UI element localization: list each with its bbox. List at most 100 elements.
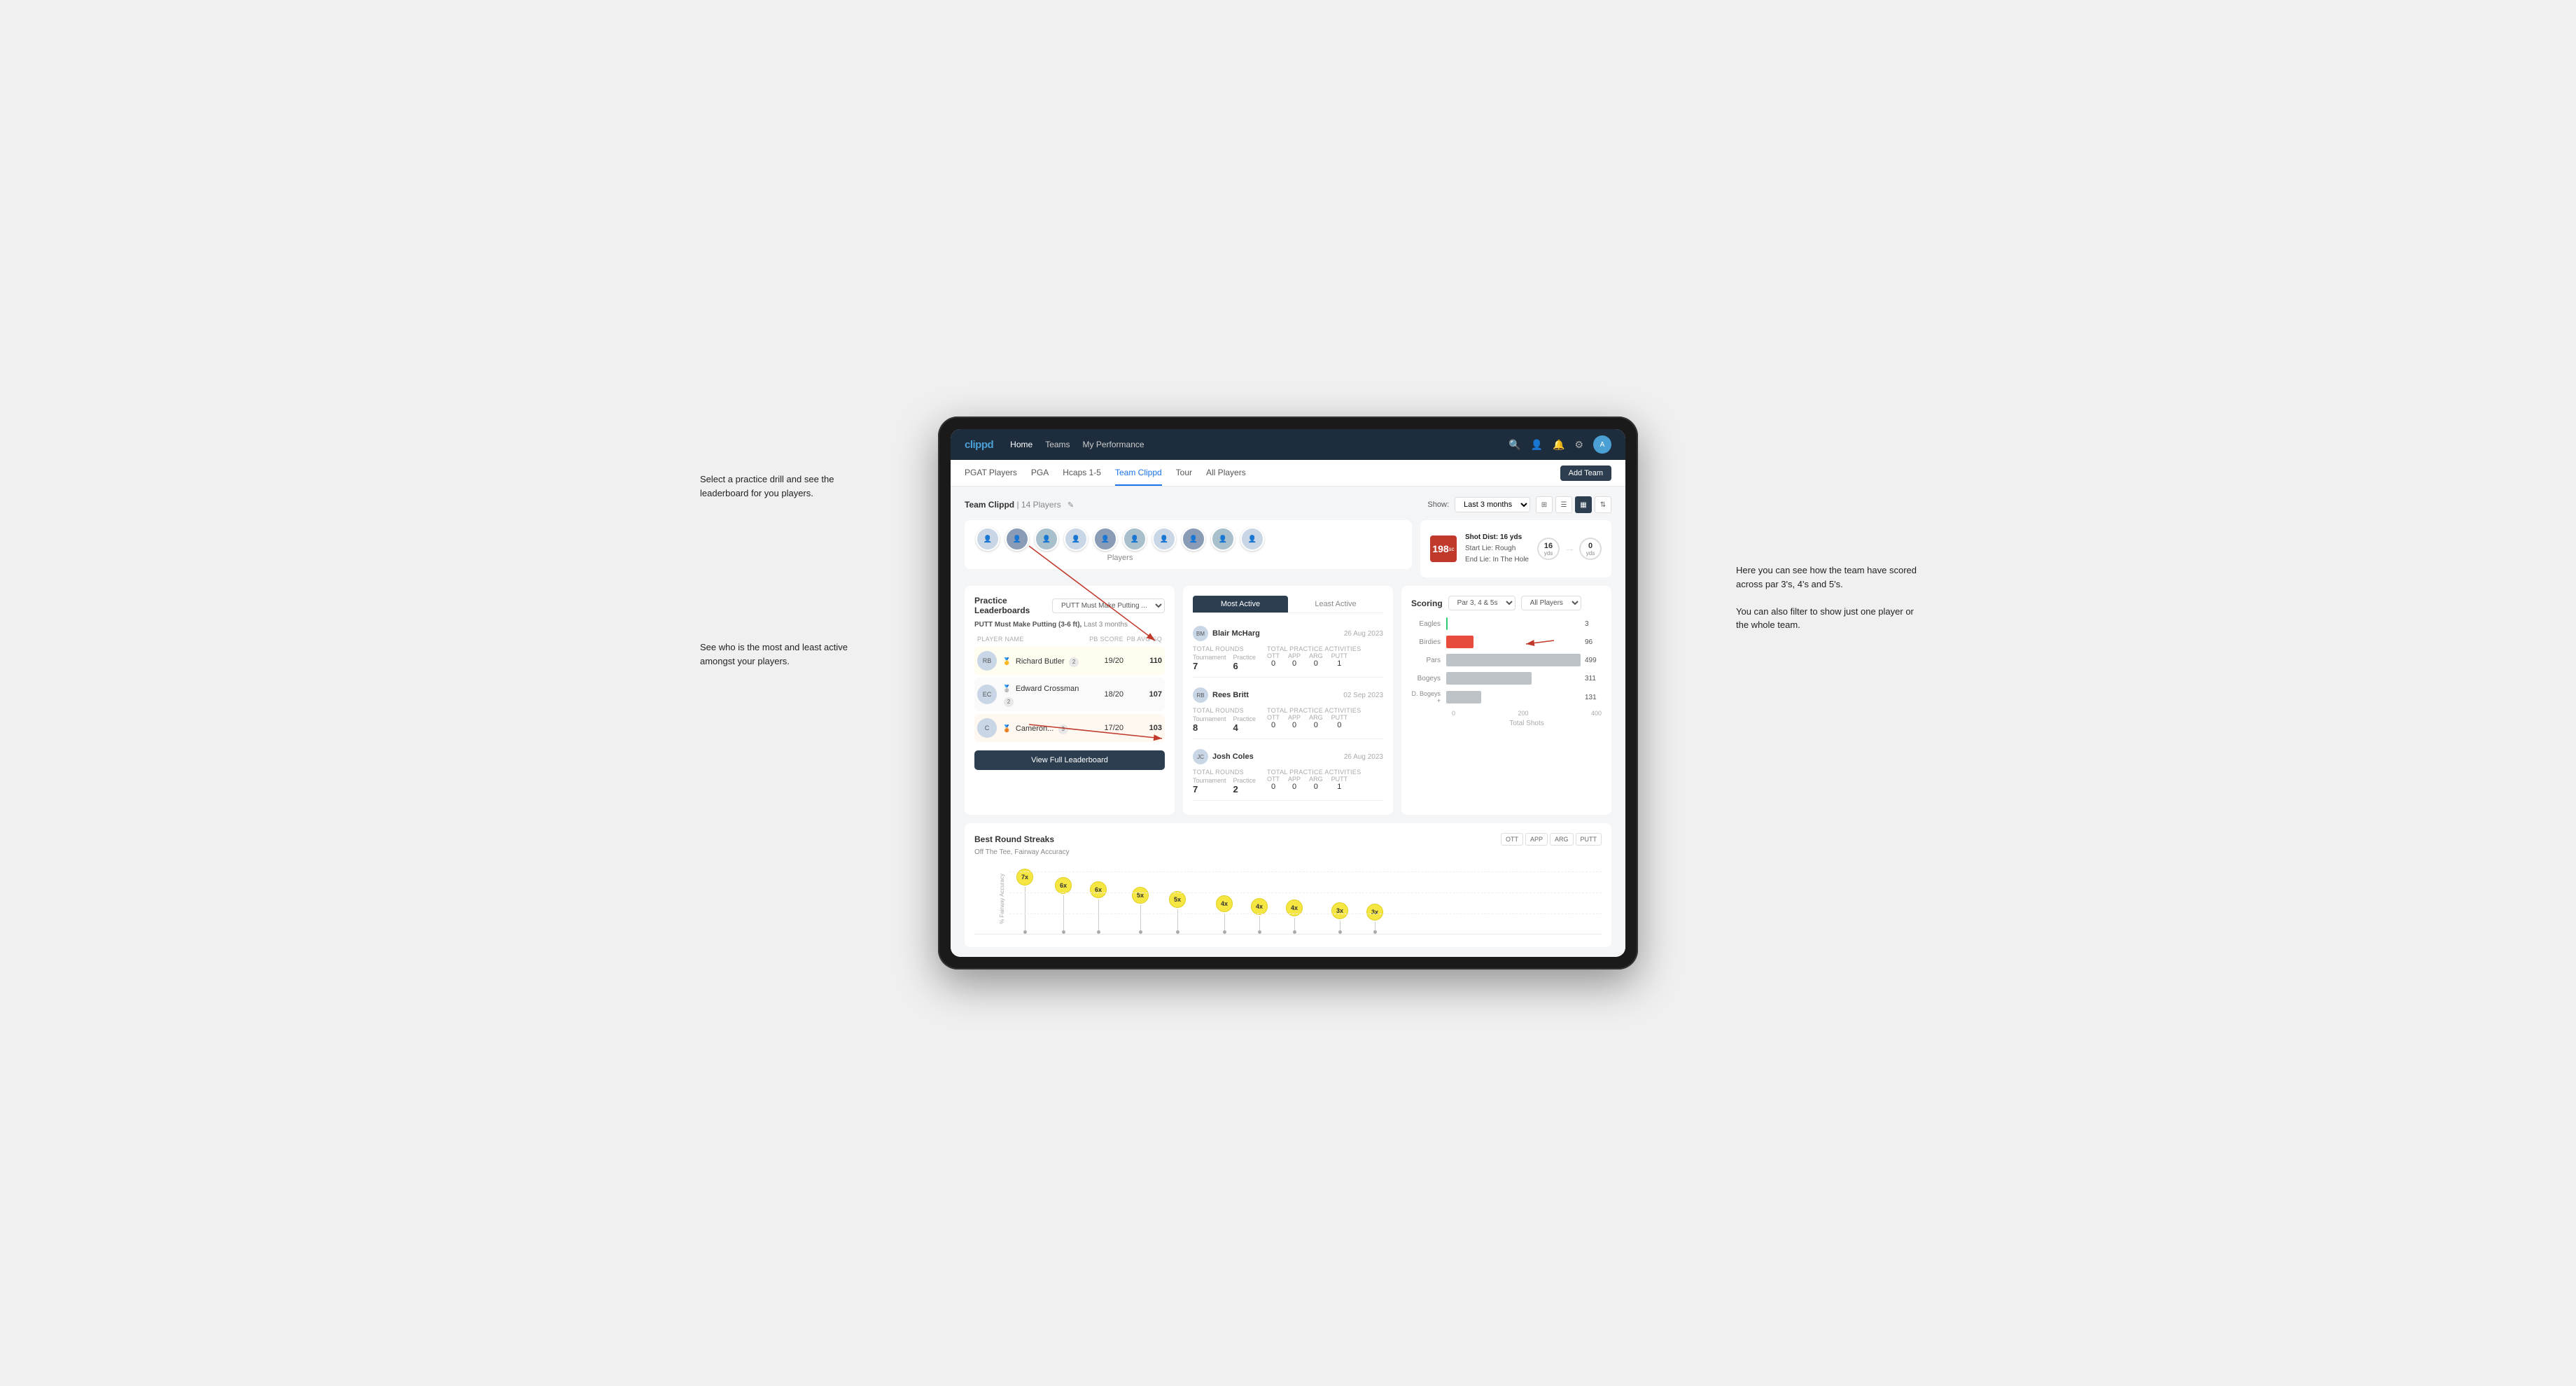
shot-circle-1: 16 yds [1537, 538, 1560, 560]
pac-stats-1: Total Rounds Tournament 7 Practice [1193, 645, 1383, 671]
nav-link-teams[interactable]: Teams [1045, 437, 1070, 452]
scoring-chart: Eagles 3 Birdies [1411, 617, 1602, 727]
shot-info: Shot Dist: 16 yds Start Lie: Rough End L… [1465, 532, 1529, 566]
subnav-pgat[interactable]: PGAT Players [965, 461, 1017, 486]
subnav-team-clippd[interactable]: Team Clippd [1115, 461, 1162, 486]
nav-link-home[interactable]: Home [1010, 437, 1032, 452]
activity-player-2: RB Rees Britt 02 Sep 2023 Total Rounds [1193, 682, 1383, 739]
player-avatar-3[interactable]: 👤 [1035, 527, 1058, 551]
lb-player-name-2: Edward Crossman [1016, 685, 1079, 693]
team-name: Team Clippd | 14 Players [965, 500, 1063, 510]
player-avatar-6[interactable]: 👤 [1123, 527, 1147, 551]
chart-label-bogeys: Bogeys [1411, 675, 1446, 682]
streaks-btn-putt[interactable]: PUTT [1576, 833, 1602, 846]
team-title-area: Team Clippd | 14 Players ✎ [965, 498, 1074, 511]
leaderboard-dropdown[interactable]: PUTT Must Make Putting ... [1052, 598, 1165, 613]
col-pb-score: PB SCORE [1085, 636, 1124, 643]
streaks-title: Best Round Streaks [974, 834, 1054, 844]
pac-avatar-3: JC [1193, 749, 1208, 764]
lb-avatar-1: RB [977, 651, 997, 671]
player-avatar-1[interactable]: 👤 [976, 527, 1000, 551]
shot-connector: → [1564, 542, 1575, 555]
streaks-btn-ott[interactable]: OTT [1501, 833, 1523, 846]
lb-avg-3: 103 [1124, 724, 1162, 732]
scoring-par-dropdown[interactable]: Par 3, 4 & 5s [1448, 596, 1516, 610]
bell-icon[interactable]: 🔔 [1553, 439, 1564, 451]
lb-medal-1: 🥇 [1002, 658, 1011, 666]
players-label: Players [1107, 554, 1133, 562]
chart-x-label: Total Shots [1452, 720, 1602, 727]
streak-pin-1: 7x [1016, 869, 1033, 934]
players-shot-row: 👤 👤 👤 👤 👤 👤 👤 👤 👤 👤 [965, 520, 1611, 578]
subnav-tour[interactable]: Tour [1176, 461, 1192, 486]
pac-avatar-1: BM [1193, 626, 1208, 641]
subnav-pga[interactable]: PGA [1031, 461, 1049, 486]
player-avatar-7[interactable]: 👤 [1152, 527, 1176, 551]
lb-row-1[interactable]: RB 🥇 Richard Butler 2 19/20 110 [974, 647, 1165, 675]
player-avatar-2[interactable]: 👤 [1005, 527, 1029, 551]
activity-player-1: BM Blair McHarg 26 Aug 2023 Total Rounds [1193, 620, 1383, 678]
scoring-player-dropdown[interactable]: All Players [1521, 596, 1581, 610]
nav-links: Home Teams My Performance [1010, 437, 1492, 452]
view-full-leaderboard-btn[interactable]: View Full Leaderboard [974, 750, 1165, 770]
chart-row-birdies: Birdies 96 [1411, 636, 1602, 648]
edit-team-icon[interactable]: ✎ [1068, 501, 1074, 510]
streak-pin-dot-9 [1338, 930, 1342, 934]
player-avatar-5[interactable]: 👤 [1093, 527, 1117, 551]
lb-score-3: 17/20 [1085, 724, 1124, 732]
chart-bar-container-dbogeys [1446, 691, 1582, 704]
player-avatar-8[interactable]: 👤 [1182, 527, 1205, 551]
pac-stats-2: Total Rounds Tournament 8 Practice [1193, 707, 1383, 733]
streaks-btn-app[interactable]: APP [1525, 833, 1548, 846]
streak-pin-dot-3 [1097, 930, 1100, 934]
player-avatar-4[interactable]: 👤 [1064, 527, 1088, 551]
lb-medal-2: 🥈 [1002, 685, 1011, 693]
tab-most-active[interactable]: Most Active [1193, 596, 1288, 612]
chart-val-eagles: 3 [1585, 620, 1602, 628]
lb-row-3[interactable]: C 🥉 Cameron... 3 17/20 103 [974, 714, 1165, 742]
streaks-btn-arg[interactable]: ARG [1550, 833, 1574, 846]
streak-pin-dot-4 [1139, 930, 1142, 934]
streak-pin-dot-6 [1223, 930, 1226, 934]
main-content: Team Clippd | 14 Players ✎ Show: Last 3 … [951, 486, 1625, 957]
show-select[interactable]: Last 3 months [1455, 497, 1530, 512]
scoring-title: Scoring [1411, 598, 1443, 608]
pac-header-3: JC Josh Coles 26 Aug 2023 [1193, 749, 1383, 764]
add-team-button[interactable]: Add Team [1560, 465, 1611, 481]
chart-label-pars: Pars [1411, 657, 1446, 664]
people-icon[interactable]: 👤 [1531, 439, 1543, 451]
grid-view-btn[interactable]: ⊞ [1536, 496, 1553, 513]
search-icon[interactable]: 🔍 [1508, 439, 1520, 451]
subnav-hcaps[interactable]: Hcaps 1-5 [1063, 461, 1101, 486]
settings-icon[interactable]: ⚙ [1574, 439, 1583, 451]
player-avatar-10[interactable]: 👤 [1240, 527, 1264, 551]
streak-pin-line-8 [1294, 918, 1295, 930]
streak-pin-8: 4x [1286, 899, 1303, 934]
nav-link-performance[interactable]: My Performance [1083, 437, 1144, 452]
annotation-left-1: Select a practice drill and see the lead… [700, 472, 854, 500]
streak-pin-line-6 [1224, 913, 1225, 930]
streak-pin-5: 5x [1169, 891, 1186, 934]
lb-row-2[interactable]: EC 🥈 Edward Crossman 2 18/20 107 [974, 678, 1165, 711]
streak-pin-dot-10 [1373, 930, 1377, 934]
chart-bar-birdies [1446, 636, 1474, 648]
user-avatar[interactable]: A [1593, 435, 1611, 454]
tab-least-active[interactable]: Least Active [1288, 596, 1383, 612]
annotation-left-2: See who is the most and least active amo… [700, 640, 854, 668]
player-avatar-9[interactable]: 👤 [1211, 527, 1235, 551]
sort-view-btn[interactable]: ⇅ [1595, 496, 1611, 513]
top-nav: clippd Home Teams My Performance 🔍 👤 🔔 ⚙… [951, 429, 1625, 460]
streak-pin-label-5: 5x [1169, 891, 1186, 908]
pac-header-1: BM Blair McHarg 26 Aug 2023 [1193, 626, 1383, 641]
chart-label-eagles: Eagles [1411, 620, 1446, 628]
chart-val-bogeys: 311 [1585, 675, 1602, 682]
streak-pin-line-1 [1025, 887, 1026, 930]
streak-pin-2: 6x [1055, 877, 1072, 934]
card-view-btn[interactable]: ▦ [1575, 496, 1592, 513]
three-col-section: Practice Leaderboards PUTT Must Make Put… [965, 586, 1611, 815]
lb-player-info-3: 🥉 Cameron... 3 [1002, 722, 1085, 734]
list-view-btn[interactable]: ☰ [1555, 496, 1572, 513]
chart-bar-container-bogeys [1446, 672, 1582, 685]
chart-bar-bogeys [1446, 672, 1532, 685]
subnav-all-players[interactable]: All Players [1206, 461, 1246, 486]
